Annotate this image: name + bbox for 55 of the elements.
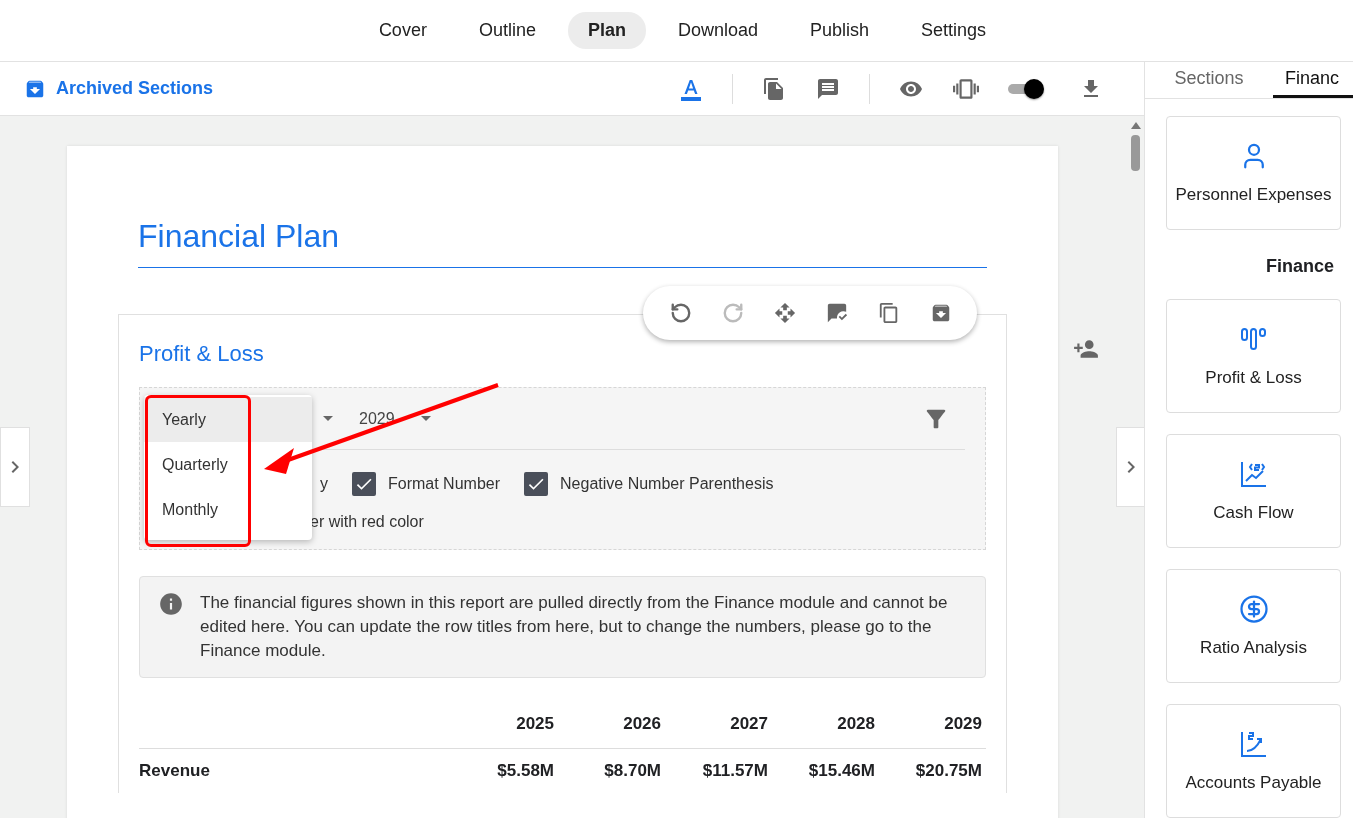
menu-item[interactable]: Yearly — [144, 397, 312, 442]
redo-icon — [722, 302, 744, 324]
row-label: Revenue — [139, 748, 451, 793]
checkbox-label: y — [320, 475, 328, 493]
nav-tab[interactable]: Plan — [567, 12, 646, 49]
finance-card[interactable]: Profit & Loss — [1166, 299, 1341, 413]
comment-icon — [816, 76, 840, 101]
nav-tab[interactable]: Download — [657, 12, 778, 49]
table-cell: $8.70M — [558, 748, 665, 793]
undo-icon — [670, 302, 692, 324]
finance-card[interactable]: Ratio Analysis — [1166, 569, 1341, 683]
dollar-trend-icon — [1238, 729, 1269, 759]
caret-icon — [323, 416, 333, 421]
checkbox[interactable] — [524, 472, 549, 496]
section-title: Profit & Loss — [139, 341, 265, 367]
copy-icon — [878, 302, 900, 324]
scroll-up-icon[interactable] — [1130, 122, 1141, 129]
column-header: 2027 — [665, 700, 772, 749]
column-header: 2029 — [879, 700, 986, 749]
archive-icon — [930, 302, 952, 324]
panel-tab[interactable]: Financ — [1273, 62, 1353, 98]
column-header: 2028 — [772, 700, 879, 749]
move-icon — [774, 302, 796, 324]
finance-card[interactable]: Personnel Expenses — [1166, 116, 1341, 230]
period-select[interactable] — [323, 416, 333, 421]
caret-icon — [420, 416, 431, 421]
checkbox[interactable] — [352, 472, 376, 496]
document-title: Financial Plan — [138, 218, 987, 268]
nav-tab[interactable]: Settings — [901, 12, 1007, 49]
toggle-switch[interactable] — [1006, 77, 1046, 100]
nav-tab[interactable]: Outline — [458, 12, 556, 49]
finance-card[interactable]: Accounts Payable — [1166, 704, 1341, 818]
panel-tab[interactable]: Sections — [1145, 62, 1273, 98]
documents-icon — [762, 76, 786, 101]
dollar-chart-icon — [1238, 459, 1269, 489]
nav-tab[interactable]: Cover — [358, 12, 447, 49]
panel-heading: Finance — [1265, 255, 1336, 278]
column-header: 2026 — [558, 700, 665, 749]
menu-item[interactable]: Quarterly — [144, 442, 312, 487]
dollar-circle-icon — [1238, 594, 1269, 624]
archived-sections-button[interactable]: Archived Sections — [24, 77, 214, 100]
table-cell: $20.75M — [879, 748, 986, 793]
table-cell: $5.58M — [451, 748, 558, 793]
chat-check-icon — [826, 302, 848, 324]
table-cell: $15.46M — [772, 748, 879, 793]
info-icon — [158, 591, 184, 617]
checkbox-option[interactable]: Format Number — [352, 472, 501, 496]
menu-item[interactable]: Monthly — [144, 487, 312, 532]
scrollbar-thumb[interactable] — [1131, 135, 1140, 171]
table-cell: $11.57M — [665, 748, 772, 793]
nav-tab[interactable]: Publish — [790, 12, 890, 49]
info-text: The financial figures shown in this report are pulled directly from the Finance module and cannot be edited here. You can update the row titles from here, but to change the numbers, please go to the Finance module. — [200, 592, 949, 662]
column-header: 2025 — [451, 700, 558, 749]
finance-card[interactable]: Cash Flow — [1166, 434, 1341, 548]
checkbox-option[interactable]: Negative Number Parenthesis — [524, 472, 774, 496]
